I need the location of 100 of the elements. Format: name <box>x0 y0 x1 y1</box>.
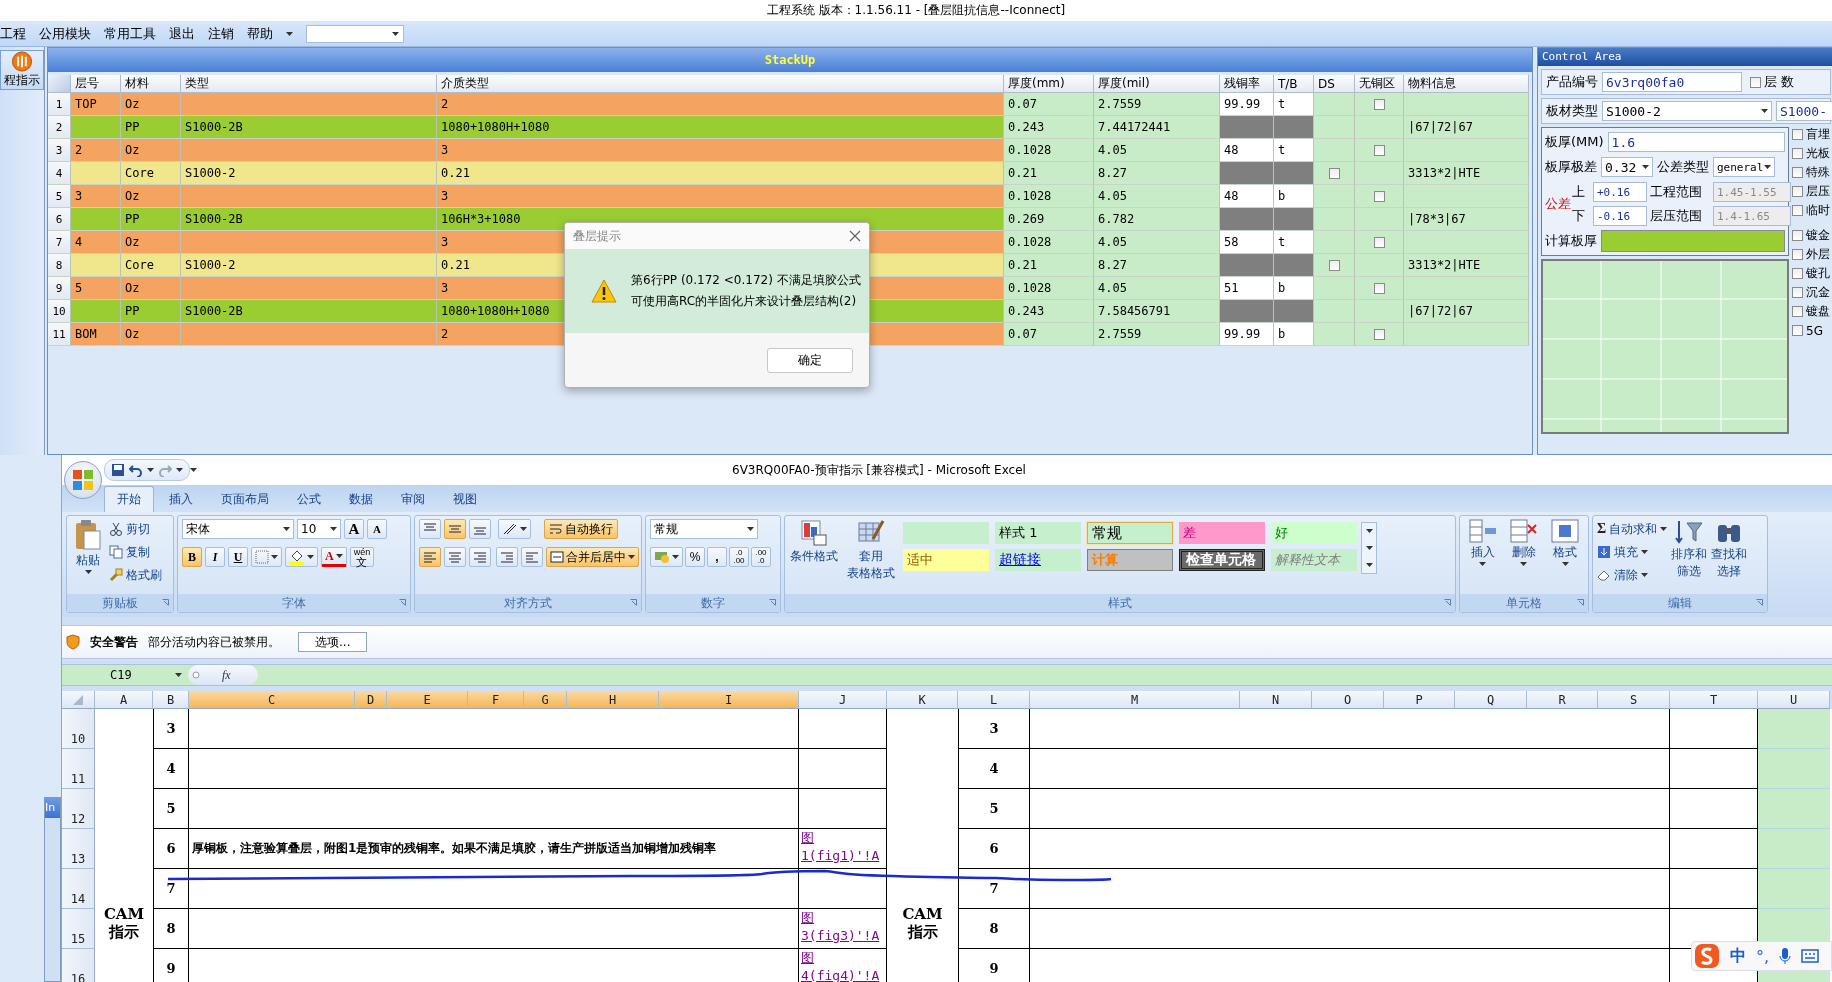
microphone-icon[interactable] <box>1779 947 1792 965</box>
checkbox[interactable] <box>1792 249 1803 260</box>
caret-icon[interactable] <box>1479 562 1487 566</box>
cell-link[interactable]: 图 3(fig3)'!A <box>799 909 886 945</box>
column-header[interactable]: C <box>189 691 355 709</box>
shrink-font-button[interactable]: A <box>367 519 387 539</box>
paste-button[interactable]: 粘贴 <box>71 519 105 574</box>
caret-icon[interactable] <box>1641 550 1648 554</box>
caret-icon[interactable] <box>1520 562 1528 566</box>
ribbon-button[interactable]: 格式 <box>1546 519 1584 566</box>
menu-item[interactable]: 公用模块 <box>39 23 91 44</box>
menu-item[interactable]: 帮助 <box>247 23 273 44</box>
checkbox[interactable] <box>1373 98 1385 110</box>
column-header[interactable]: J <box>799 691 887 709</box>
checkbox[interactable] <box>1792 129 1803 140</box>
find-select-button[interactable]: 查找和 选择 <box>1711 519 1748 579</box>
input-field[interactable]: +0.16 <box>1593 182 1647 202</box>
ribbon-button[interactable]: 填充 <box>1597 542 1668 562</box>
checkbox[interactable] <box>1373 236 1385 248</box>
ribbon-button[interactable]: 格式刷 <box>109 565 162 585</box>
outdent-button[interactable] <box>496 547 518 567</box>
border-button[interactable] <box>251 547 282 567</box>
checkbox[interactable] <box>1792 167 1803 178</box>
dropdown[interactable]: S1000- <box>1776 101 1832 121</box>
decrease-decimal-button[interactable]: .00 .0 <box>751 547 771 567</box>
align-right-button[interactable] <box>469 547 491 567</box>
fill-color-button[interactable] <box>285 547 318 567</box>
ime-mode[interactable]: 中 <box>1730 945 1746 967</box>
column-header[interactable]: R <box>1527 691 1598 709</box>
ribbon-button[interactable]: 清除 <box>1597 565 1668 585</box>
bold-button[interactable]: B <box>182 547 202 567</box>
menu-item[interactable]: 注销 <box>208 23 234 44</box>
column-header[interactable]: G <box>524 691 567 709</box>
caret-icon[interactable] <box>335 554 343 558</box>
launcher-icon[interactable] <box>769 599 776 606</box>
input-field[interactable]: 6v3rq00fa0 <box>1602 72 1742 92</box>
checkbox[interactable] <box>1792 205 1803 216</box>
caret-icon[interactable] <box>84 570 92 574</box>
keyboard-icon[interactable] <box>1801 949 1820 963</box>
ribbon-button[interactable]: 剪切 <box>109 519 162 539</box>
column-header[interactable]: S <box>1598 691 1670 709</box>
checkbox[interactable] <box>1373 190 1385 202</box>
caret-icon[interactable] <box>283 527 290 531</box>
format-as-table-button[interactable]: 套用 表格格式 <box>843 519 899 581</box>
ribbon-tab[interactable]: 视图 <box>440 486 490 512</box>
input-field[interactable]: -0.16 <box>1593 206 1647 226</box>
ribbon-tab[interactable]: 页面布局 <box>208 486 282 512</box>
ribbon-button[interactable]: 复制 <box>109 542 162 562</box>
align-left-button[interactable] <box>419 547 441 567</box>
checkbox[interactable] <box>1373 144 1385 156</box>
phonetic-button[interactable]: wén 文 <box>349 547 375 567</box>
column-header[interactable]: A <box>95 691 153 709</box>
font-dropdown[interactable]: 宋体 <box>182 519 294 539</box>
align-middle-button[interactable] <box>444 519 466 539</box>
sort-filter-button[interactable]: 排序和 筛选 <box>1671 519 1708 579</box>
column-header[interactable]: U <box>1758 691 1830 709</box>
menu-item[interactable]: 退出 <box>169 23 195 44</box>
ribbon-tab[interactable]: 公式 <box>284 486 334 512</box>
options-button[interactable]: 选项... <box>298 632 368 652</box>
column-header[interactable]: P <box>1384 691 1455 709</box>
launcher-icon[interactable] <box>1577 599 1584 606</box>
font-color-button[interactable]: A <box>321 547 347 567</box>
launcher-icon[interactable] <box>162 599 169 606</box>
cell-style[interactable]: 检查单元格 <box>1179 549 1265 571</box>
cell-style[interactable]: 超链接 <box>995 549 1081 571</box>
menu-item[interactable]: 常用工具 <box>104 23 156 44</box>
close-icon[interactable] <box>849 230 861 242</box>
cell-style[interactable] <box>903 522 989 544</box>
caret-icon[interactable] <box>271 555 278 559</box>
ribbon-tab[interactable]: 审阅 <box>388 486 438 512</box>
cell-style[interactable]: 常规 <box>1087 522 1173 544</box>
caret-icon[interactable] <box>1365 546 1373 550</box>
undo-icon[interactable] <box>129 463 143 477</box>
checkbox[interactable] <box>1328 167 1340 179</box>
currency-button[interactable] <box>650 547 683 567</box>
caret-icon[interactable] <box>1764 165 1771 169</box>
dropdown[interactable]: 0.32 <box>1601 157 1653 177</box>
cell-style[interactable]: 好 <box>1271 522 1357 544</box>
cell-style[interactable]: 样式 1 <box>995 522 1081 544</box>
column-header[interactable]: Q <box>1455 691 1527 709</box>
dropdown[interactable]: general <box>1713 157 1775 177</box>
comma-button[interactable]: , <box>707 547 727 567</box>
italic-button[interactable]: I <box>205 547 225 567</box>
column-header[interactable]: H <box>567 691 659 709</box>
scroll-buttons[interactable] <box>1361 522 1377 574</box>
caret-icon[interactable] <box>330 527 337 531</box>
caret-icon[interactable] <box>1761 109 1768 113</box>
caret-icon[interactable] <box>1641 573 1648 577</box>
checkbox[interactable] <box>1792 148 1803 159</box>
ribbon-tab[interactable]: 开始 <box>104 486 154 512</box>
ribbon-button[interactable]: Σ 自动求和 <box>1597 519 1668 539</box>
select-all-button[interactable] <box>62 691 95 709</box>
underline-button[interactable]: U <box>228 547 248 567</box>
merge-center-button[interactable]: 合并后居中 <box>546 547 639 567</box>
menu-item[interactable]: 工程 <box>0 23 26 44</box>
checkbox[interactable] <box>1792 186 1803 197</box>
input-field[interactable]: 1.6 <box>1607 132 1785 152</box>
caret-icon[interactable] <box>1365 562 1373 567</box>
caret-icon[interactable] <box>286 31 293 36</box>
office-button[interactable] <box>64 461 102 499</box>
